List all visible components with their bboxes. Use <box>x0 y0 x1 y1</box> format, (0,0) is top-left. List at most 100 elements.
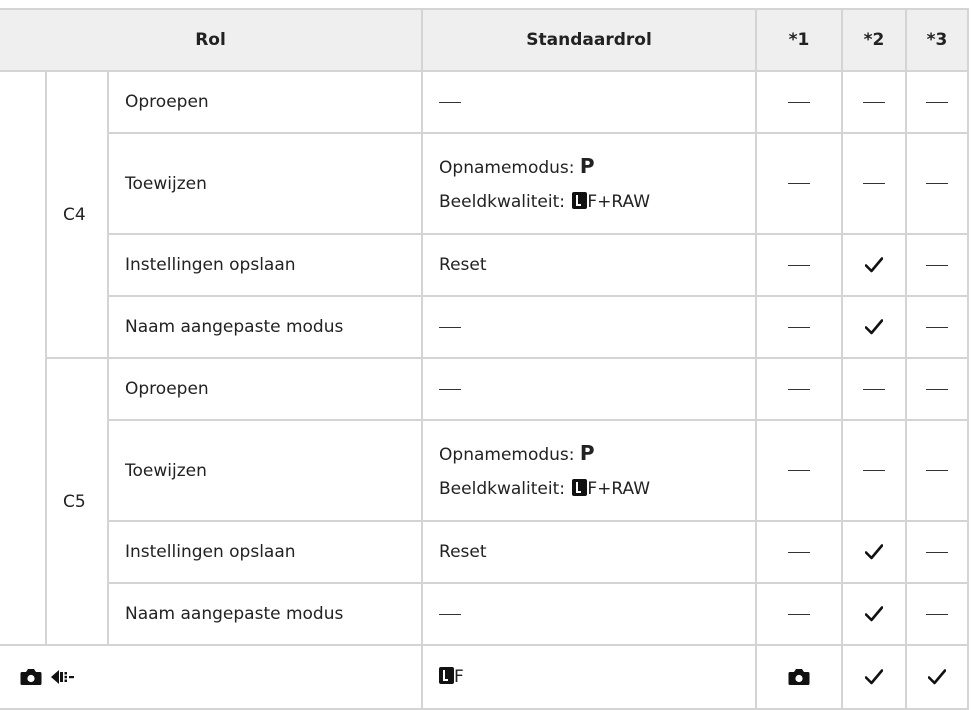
table-row: Instellingen opslaan Reset <box>0 520 970 584</box>
dash-mark <box>926 264 949 266</box>
check-icon <box>865 257 884 273</box>
camera-icon <box>788 669 810 685</box>
settings-table: Rol Standaardrol *1 *2 *3 C4 Oproepen To… <box>0 8 970 710</box>
col3-cell <box>905 233 970 297</box>
dash-mark <box>788 388 811 390</box>
group-label: C5 <box>46 357 109 646</box>
default-line-mode: Opnamemodus: P <box>439 440 595 465</box>
header-default: Standaardrol <box>421 8 758 72</box>
default-cell <box>421 357 758 421</box>
default-cell: Reset <box>421 520 758 584</box>
dash-mark <box>863 388 886 390</box>
col1-cell <box>755 295 844 359</box>
dash-mark <box>863 183 886 184</box>
role-cell: Oproepen <box>106 70 424 134</box>
dash-mark <box>926 613 949 615</box>
col1-cell <box>755 582 844 646</box>
dash-mark <box>439 613 462 615</box>
default-cell <box>421 295 758 359</box>
dash-mark <box>788 470 811 471</box>
dash-mark <box>926 183 949 184</box>
col3-cell <box>905 132 970 235</box>
col2-cell <box>841 295 908 359</box>
dash-mark <box>926 101 949 103</box>
default-cell <box>421 582 758 646</box>
col2-cell <box>841 132 908 235</box>
table-row: Naam aangepaste modus <box>0 295 970 359</box>
default-line-quality: Beeldkwaliteit: F+RAW <box>439 191 651 212</box>
group-label: C4 <box>45 70 109 359</box>
dash-mark <box>926 388 949 390</box>
col3-cell <box>905 295 970 359</box>
col2-cell <box>841 582 908 646</box>
dash-mark <box>788 264 811 266</box>
table-row: Toewijzen Opnamemodus: P Beeldkwaliteit:… <box>0 419 970 522</box>
table-row: Instellingen opslaan Reset <box>0 233 970 297</box>
dash-mark <box>439 101 462 103</box>
check-icon <box>928 669 947 685</box>
header-row: Rol Standaardrol *1 *2 *3 <box>0 8 970 72</box>
header-role: Rol <box>0 8 424 72</box>
table-row: C4 Oproepen <box>0 70 970 646</box>
col3-cell <box>905 520 970 584</box>
default-cell: Opnamemodus: P Beeldkwaliteit: F+RAW <box>421 419 758 522</box>
large-quality-icon <box>572 191 588 209</box>
table-row: Toewijzen Opnamemodus: P Beeldkwaliteit:… <box>0 132 970 235</box>
col1-cell <box>755 644 844 710</box>
dash-mark <box>788 101 811 103</box>
col2-cell <box>841 357 908 421</box>
default-line-quality: Beeldkwaliteit: F+RAW <box>439 478 651 499</box>
role-cell: Naam aangepaste modus <box>108 295 424 359</box>
col2-cell <box>841 520 908 584</box>
dash-mark <box>926 470 949 471</box>
default-cell: Reset <box>421 233 758 297</box>
table-row: F <box>0 644 970 710</box>
role-cell: Naam aangepaste modus <box>108 582 424 646</box>
dash-mark <box>788 613 811 615</box>
role-cell-icons <box>0 644 424 710</box>
dash-mark <box>863 470 886 471</box>
col2-cell <box>841 644 908 710</box>
role-cell: Instellingen opslaan <box>108 233 424 297</box>
dash-mark <box>788 183 811 184</box>
role-icons <box>20 668 405 686</box>
col3-cell <box>905 419 970 522</box>
check-icon <box>865 669 884 685</box>
role-cell: Instellingen opslaan <box>108 520 424 584</box>
col1-cell <box>755 70 844 134</box>
default-cell: Opnamemodus: P Beeldkwaliteit: F+RAW <box>421 132 758 235</box>
large-quality-icon <box>439 667 455 684</box>
default-line-mode: Opnamemodus: P <box>439 153 595 178</box>
col1-cell <box>755 520 844 584</box>
check-icon <box>865 544 884 560</box>
col1-cell <box>755 233 844 297</box>
check-icon <box>865 606 884 622</box>
role-cell: Oproepen <box>106 357 424 421</box>
header-col3: *3 <box>905 8 970 72</box>
indent-cell <box>0 70 47 646</box>
header-col1: *1 <box>755 8 844 72</box>
default-cell: F <box>421 644 758 710</box>
role-cell: Toewijzen <box>108 419 424 522</box>
drive-sequential-icon <box>51 670 74 684</box>
table-row: C5 Oproepen <box>0 357 970 646</box>
col1-cell <box>755 357 844 421</box>
col3-cell <box>905 70 970 134</box>
camera-icon <box>20 669 42 685</box>
table-row: Naam aangepaste modus <box>0 582 970 646</box>
dash-mark <box>788 551 811 553</box>
col2-cell <box>841 233 908 297</box>
col3-cell <box>905 357 970 421</box>
dash-mark <box>863 101 886 103</box>
dash-mark <box>439 326 462 328</box>
dash-mark <box>788 326 811 328</box>
dash-mark <box>926 551 949 553</box>
col2-cell <box>841 70 908 134</box>
col3-cell <box>905 582 970 646</box>
default-cell <box>421 70 758 134</box>
col3-cell <box>905 644 970 710</box>
header-col2: *2 <box>841 8 908 72</box>
dash-mark <box>439 388 462 390</box>
dash-mark <box>926 326 949 328</box>
col1-cell <box>755 132 844 235</box>
